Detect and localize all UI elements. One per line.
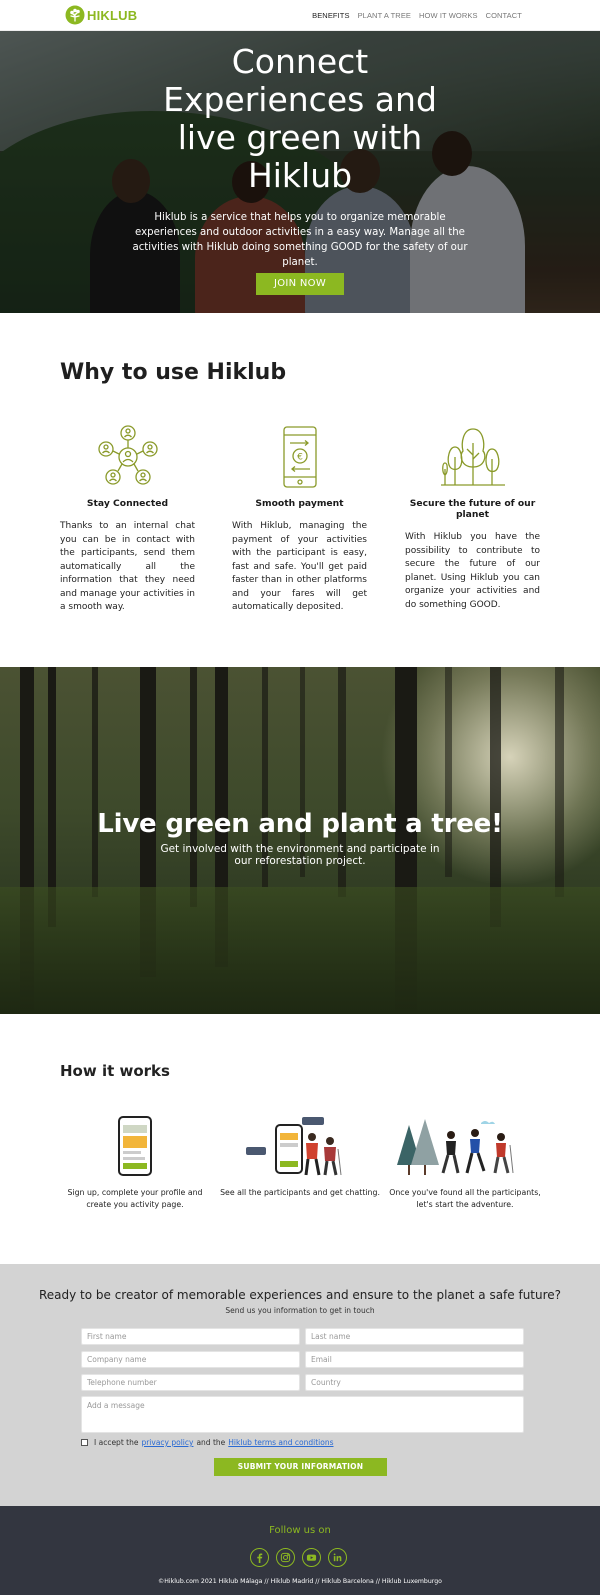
nav-contact[interactable]: CONTACT xyxy=(486,11,522,20)
agree-prefix: I accept the xyxy=(94,1438,139,1447)
feature-stay-connected: Stay Connected Thanks to an internal cha… xyxy=(60,425,195,615)
plant-a-tree-section: Live green and plant a tree! Get involve… xyxy=(0,667,600,1014)
linkedin-icon[interactable] xyxy=(328,1548,347,1567)
tree-trunk xyxy=(445,667,452,877)
plant-tree-subtitle: Get involved with the environment and pa… xyxy=(160,843,440,867)
contact-section: Ready to be creator of memorable experie… xyxy=(0,1264,600,1506)
feature-text: Thanks to an internal chat you can be in… xyxy=(60,521,195,612)
svg-text:€: € xyxy=(297,453,303,463)
copyright-text: ©Hiklub.com 2021 Hiklub Málaga // Hiklub… xyxy=(158,1578,442,1585)
instagram-icon[interactable] xyxy=(276,1548,295,1567)
plant-tree-title: Live green and plant a tree! xyxy=(97,809,503,839)
chat-participants-illustration xyxy=(246,1117,342,1176)
logo-klub: KLUB xyxy=(100,7,138,23)
last-name-field[interactable] xyxy=(305,1328,524,1345)
email-field[interactable] xyxy=(305,1351,524,1368)
logo-hi: HI xyxy=(87,7,101,23)
phone-field[interactable] xyxy=(81,1374,300,1391)
submit-button[interactable]: SUBMIT YOUR INFORMATION xyxy=(214,1458,387,1476)
company-field[interactable] xyxy=(81,1351,300,1368)
hero-title: Connect Experiences and live green with … xyxy=(163,42,437,195)
contact-subtitle: Send us you information to get in touch xyxy=(225,1306,375,1315)
logo-wordmark: HIKLUB xyxy=(87,8,137,23)
step-chat: See all the participants and get chattin… xyxy=(220,1115,380,1199)
network-people-icon xyxy=(97,425,158,485)
hero-section: Connect Experiences and live green with … xyxy=(0,31,600,313)
tree-trunk xyxy=(555,667,564,897)
facebook-icon[interactable] xyxy=(250,1548,269,1567)
terms-checkbox[interactable] xyxy=(81,1439,88,1446)
step-text: Sign up, complete your profile and creat… xyxy=(67,1188,203,1209)
nav-plant-a-tree[interactable]: PLANT A TREE xyxy=(358,11,411,20)
feature-smooth-payment: € Smooth payment With Hiklub, managing t… xyxy=(232,425,367,615)
country-field[interactable] xyxy=(305,1374,524,1391)
tree-logo-icon xyxy=(65,5,85,25)
terms-agreement: I accept the privacy policy and the Hikl… xyxy=(81,1438,337,1447)
social-links xyxy=(250,1548,347,1567)
step-text: See all the participants and get chattin… xyxy=(220,1188,380,1197)
nav-benefits[interactable]: BENEFITS xyxy=(312,11,349,20)
contact-title: Ready to be creator of memorable experie… xyxy=(38,1288,562,1302)
feature-text: With Hiklub you have the possibility to … xyxy=(405,532,540,610)
top-navbar: HIKLUB BENEFITS PLANT A TREE HOW IT WORK… xyxy=(0,0,600,31)
tree-trunk xyxy=(190,667,197,907)
tree-trunk xyxy=(92,667,98,897)
phone-profile-illustration xyxy=(118,1116,152,1176)
terms-link[interactable]: Hiklub terms and conditions xyxy=(228,1438,333,1447)
agree-mid: and the xyxy=(196,1438,226,1447)
feature-title: Stay Connected xyxy=(86,498,169,509)
join-now-button[interactable]: JOIN NOW xyxy=(256,273,344,295)
first-name-field[interactable] xyxy=(81,1328,300,1345)
youtube-icon[interactable] xyxy=(302,1548,321,1567)
nav-how-it-works[interactable]: HOW IT WORKS xyxy=(419,11,478,20)
hero-description: Hiklub is a service that helps you to or… xyxy=(132,212,468,268)
footer: Follow us on ©Hiklub.com 2021 Hiklub Mál… xyxy=(0,1506,600,1595)
why-section-title: Why to use Hiklub xyxy=(60,360,287,385)
follow-us-label: Follow us on xyxy=(269,1525,331,1536)
feature-title: Secure the future of our planet xyxy=(409,498,536,520)
feature-title: Smooth payment xyxy=(255,498,344,509)
how-section-title: How it works xyxy=(60,1062,170,1080)
step-sign-up: Sign up, complete your profile and creat… xyxy=(55,1115,215,1210)
feature-text: With Hiklub, managing the payment of you… xyxy=(232,521,367,612)
hiklub-logo[interactable]: HIKLUB xyxy=(65,5,137,25)
nav-links: BENEFITS PLANT A TREE HOW IT WORKS CONTA… xyxy=(312,11,522,20)
feature-secure-future: Secure the future of our planet With Hik… xyxy=(405,425,540,612)
forest-ground xyxy=(0,887,600,1014)
privacy-policy-link[interactable]: privacy policy xyxy=(141,1438,193,1447)
message-field[interactable] xyxy=(81,1396,524,1433)
trees-icon xyxy=(440,428,505,486)
step-adventure: Once you've found all the participants, … xyxy=(385,1115,545,1210)
hikers-adventure-illustration xyxy=(397,1119,514,1175)
step-text: Once you've found all the participants, … xyxy=(389,1188,541,1209)
mobile-payment-icon: € xyxy=(282,426,317,488)
